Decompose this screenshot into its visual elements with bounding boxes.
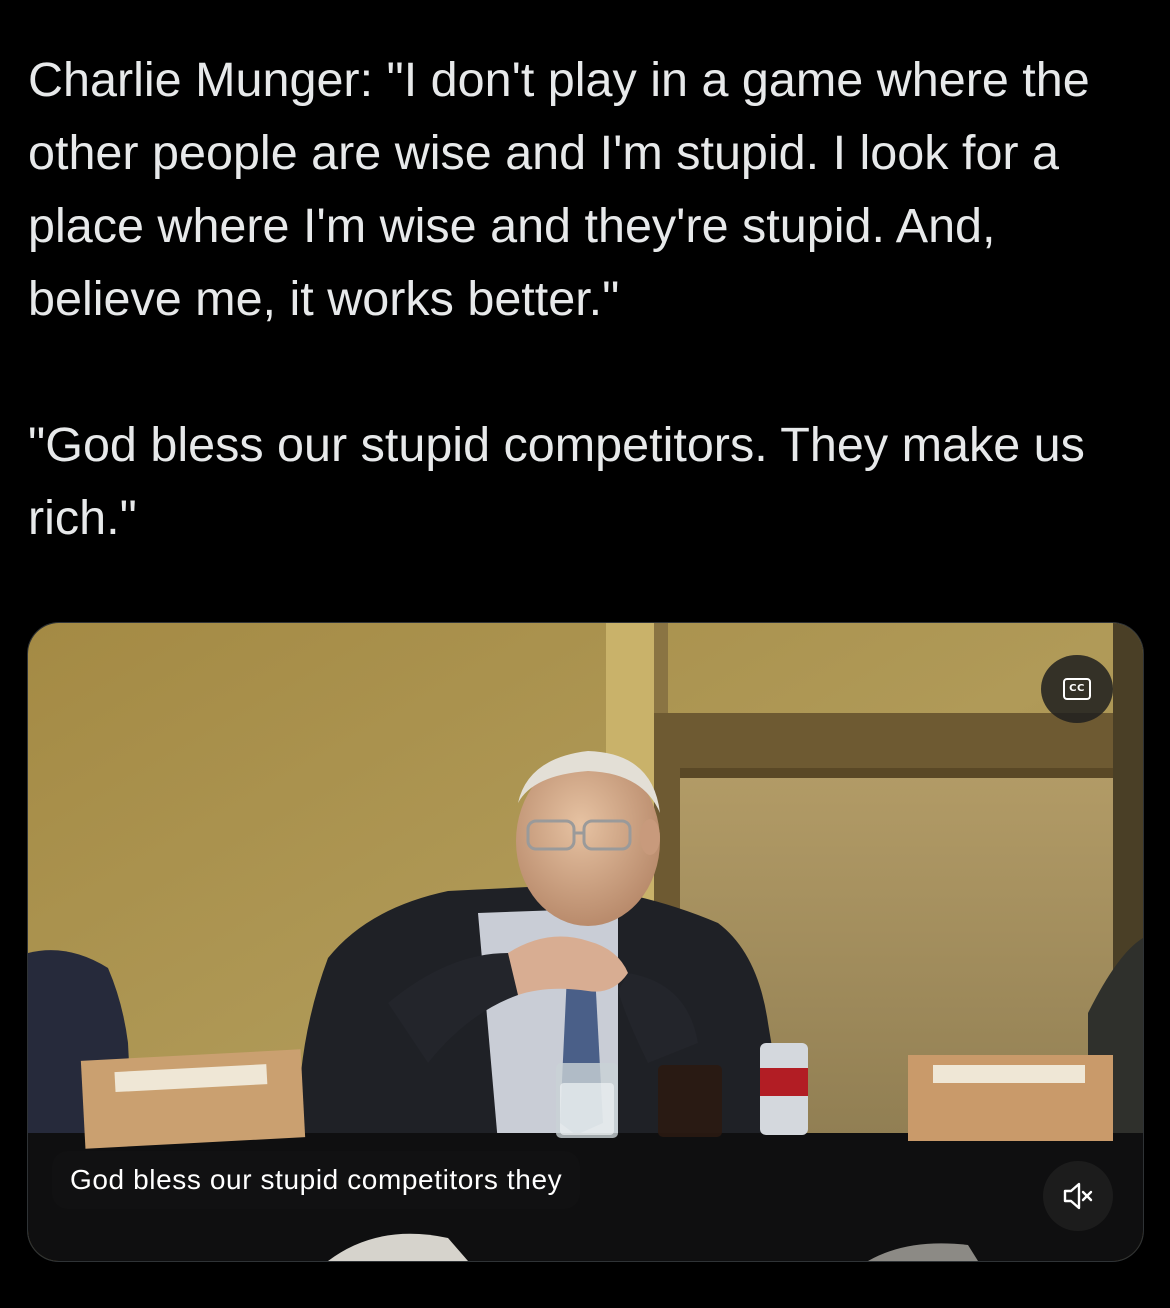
video-nameplate-left: [80, 1049, 306, 1149]
tweet-paragraph: "God bless our stupid competitors. They …: [28, 418, 1085, 545]
tweet-text: Charlie Munger: "I don't play in a game …: [28, 44, 1148, 555]
captions-button[interactable]: CC: [1041, 655, 1113, 723]
video-nameplate-right: [908, 1055, 1113, 1141]
tweet-paragraph: Charlie Munger: "I don't play in a game …: [28, 53, 1090, 326]
video-player[interactable]: CC God bless our stupid competitors they: [27, 622, 1144, 1262]
mute-button[interactable]: [1043, 1161, 1113, 1231]
video-glass-water: [556, 1063, 618, 1138]
video-caption: God bless our stupid competitors they: [52, 1151, 581, 1209]
video-soda-can: [760, 1043, 808, 1135]
video-glass-soda: [658, 1065, 722, 1137]
video-panel-edge: [680, 768, 1143, 778]
closed-captions-icon: CC: [1063, 678, 1091, 700]
speaker-muted-icon: [1063, 1182, 1093, 1210]
video-speaker-ear: [640, 819, 660, 855]
